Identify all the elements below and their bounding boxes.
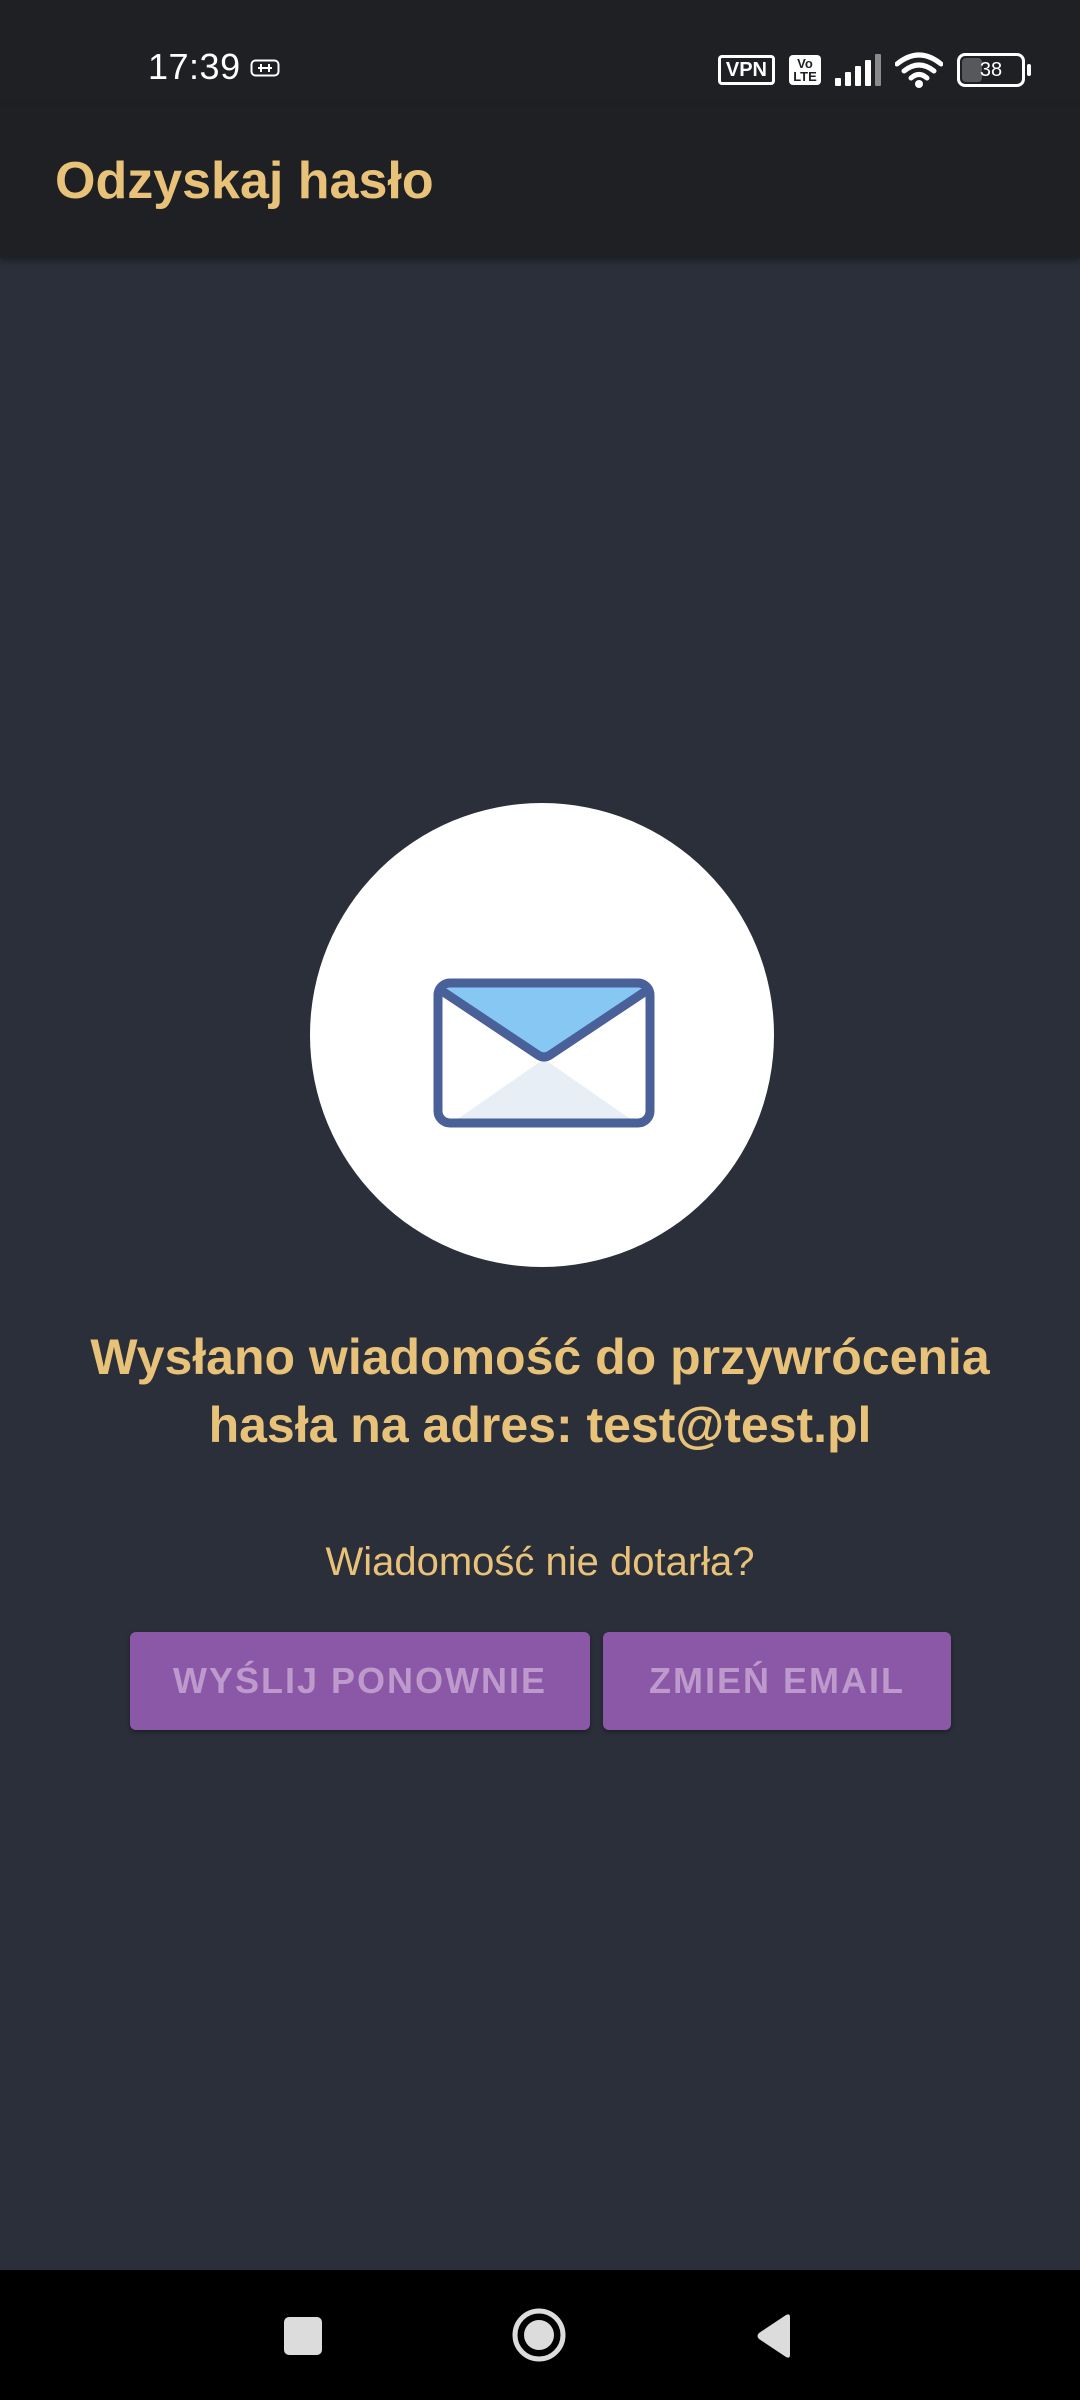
envelope-illustration [310, 803, 774, 1267]
change-email-button[interactable]: ZMIEŃ EMAIL [603, 1632, 951, 1730]
not-received-question: Wiadomość nie dotarła? [325, 1540, 755, 1584]
volte-bottom-label: LTE [793, 69, 817, 84]
status-bar: 17:39 VPN Vo LTE 38 [0, 0, 1080, 105]
battery-percent: 38 [979, 58, 1003, 81]
signal-icon [835, 54, 881, 86]
recents-icon[interactable] [284, 2317, 322, 2355]
wifi-icon [895, 52, 943, 88]
vpn-icon: VPN [717, 55, 775, 85]
status-time: 17:39 [148, 46, 241, 87]
resend-button[interactable]: WYŚLIJ PONOWNIE [130, 1632, 590, 1730]
navigation-bar [0, 2270, 1080, 2400]
status-icons: VPN Vo LTE 38 [717, 50, 1031, 90]
volte-icon: Vo LTE [789, 55, 821, 85]
envelope-icon [433, 978, 655, 1128]
page-title: Odzyskaj hasło [55, 152, 434, 210]
back-icon[interactable] [754, 2313, 794, 2359]
home-icon[interactable] [511, 2307, 567, 2363]
battery-icon: 38 [957, 53, 1031, 87]
battery-level [962, 58, 982, 82]
app-bar: Odzyskaj hasło [0, 105, 1080, 258]
confirmation-message: Wysłano wiadomość do przywrócenia hasła … [90, 1329, 990, 1453]
screen: 17:39 VPN Vo LTE 38 Odzyskaj hasło Wysła… [0, 0, 1080, 2400]
notification-icon [250, 59, 280, 77]
